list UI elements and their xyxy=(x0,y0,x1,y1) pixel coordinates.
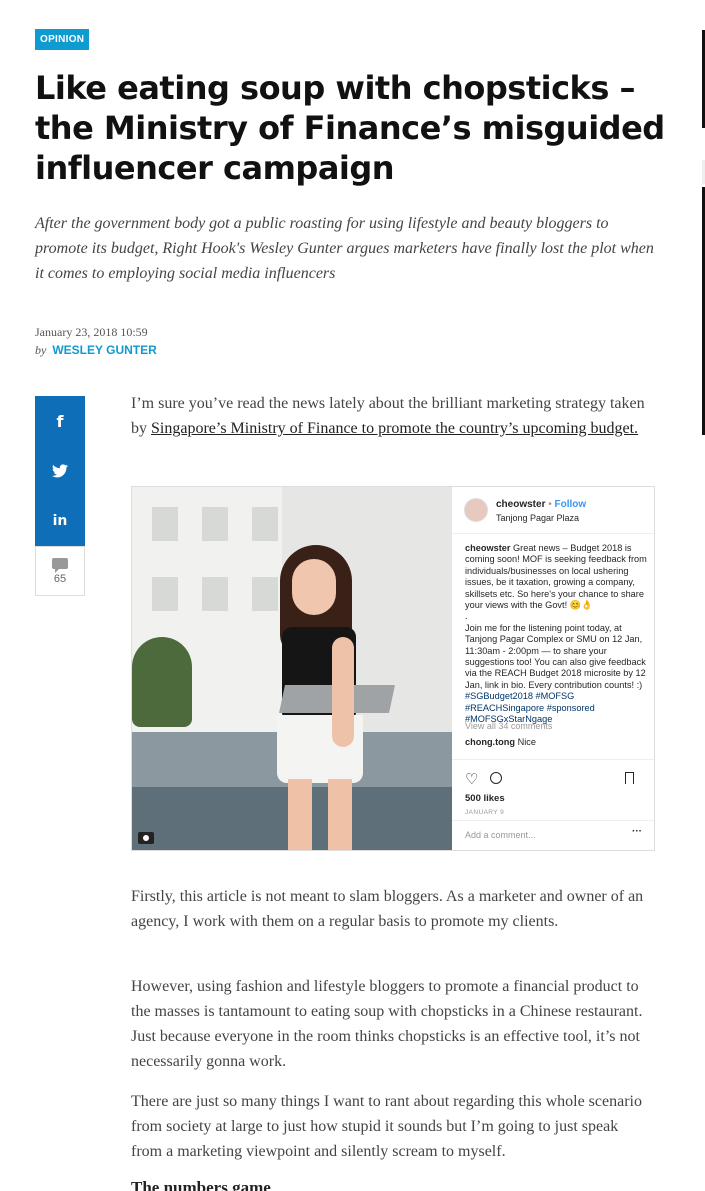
linkedin-icon: in xyxy=(52,513,68,529)
instagram-post-date: JANUARY 9 xyxy=(465,809,505,816)
article-standfirst: After the government body got a public r… xyxy=(35,215,654,282)
bookmark-icon xyxy=(625,772,634,784)
more-options-icon: ··· xyxy=(632,826,642,837)
section-subheading: The numbers game xyxy=(131,1178,271,1191)
body-paragraph-2: However, using fashion and lifestyle blo… xyxy=(131,978,643,1070)
instagram-hashtags: #SGBudget2018 #MOFSG #REACHSingapore #sp… xyxy=(465,691,595,725)
person-face xyxy=(292,559,336,615)
byline-label: by xyxy=(35,343,47,357)
follow-link: Follow xyxy=(554,499,587,510)
heart-icon: ♡ xyxy=(465,771,479,788)
avatar xyxy=(464,498,488,522)
person-leg-right xyxy=(328,779,352,850)
facebook-icon: f xyxy=(56,411,64,431)
byline: by WESLEY GUNTER xyxy=(35,343,157,358)
tree-graphic xyxy=(132,637,192,727)
twitter-share-button[interactable] xyxy=(35,446,85,496)
intro-paragraph: I’m sure you’ve read the news lately abo… xyxy=(131,391,651,441)
influencer-photo xyxy=(132,487,452,850)
instagram-post-panel: cheowster • Follow Tanjong Pagar Plaza c… xyxy=(452,487,654,850)
body-paragraph-3: There are just so many things I want to … xyxy=(131,1093,642,1160)
author-link[interactable]: WESLEY GUNTER xyxy=(52,343,156,357)
linkedin-share-button[interactable]: in xyxy=(35,496,85,546)
instagram-comment: chong.tong Nice xyxy=(465,737,536,747)
category-tag[interactable]: OPINION xyxy=(35,29,90,50)
camera-icon xyxy=(138,832,154,844)
instagram-location: Tanjong Pagar Plaza xyxy=(496,513,580,523)
instagram-likes: 500 likes xyxy=(465,793,505,804)
facebook-share-button[interactable]: f xyxy=(35,396,85,446)
instagram-post-header: cheowster • Follow Tanjong Pagar Plaza xyxy=(452,487,654,534)
instagram-username: cheowster • Follow xyxy=(496,499,587,510)
mof-article-link[interactable]: Singapore’s Ministry of Finance to promo… xyxy=(151,420,638,437)
instagram-view-all: View all 34 comments xyxy=(465,721,553,731)
instagram-screenshot-image: cheowster • Follow Tanjong Pagar Plaza c… xyxy=(131,486,655,851)
article-title: Like eating soup with chopsticks – the M… xyxy=(35,69,665,187)
body-paragraph-1: Firstly, this article is not meant to sl… xyxy=(131,888,644,930)
instagram-caption: cheowster Great news – Budget 2018 is co… xyxy=(465,543,647,725)
comments-button[interactable]: 65 xyxy=(35,546,85,596)
share-bar: f in 65 xyxy=(35,396,85,596)
person-arm xyxy=(332,637,354,747)
twitter-icon xyxy=(52,464,68,478)
comment-count: 65 xyxy=(53,572,67,585)
comment-icon xyxy=(490,772,502,784)
person-leg-left xyxy=(288,779,312,850)
instagram-add-comment: Add a comment... xyxy=(465,830,536,840)
instagram-actions: ♡ 500 likes JANUARY 9 Add a comment... ·… xyxy=(452,759,654,840)
publish-date: January 23, 2018 10:59 xyxy=(35,325,148,339)
divider xyxy=(452,820,654,821)
comment-bubble-icon xyxy=(52,557,68,573)
article-page: OPINION Like eating soup with chopsticks… xyxy=(0,0,705,1191)
